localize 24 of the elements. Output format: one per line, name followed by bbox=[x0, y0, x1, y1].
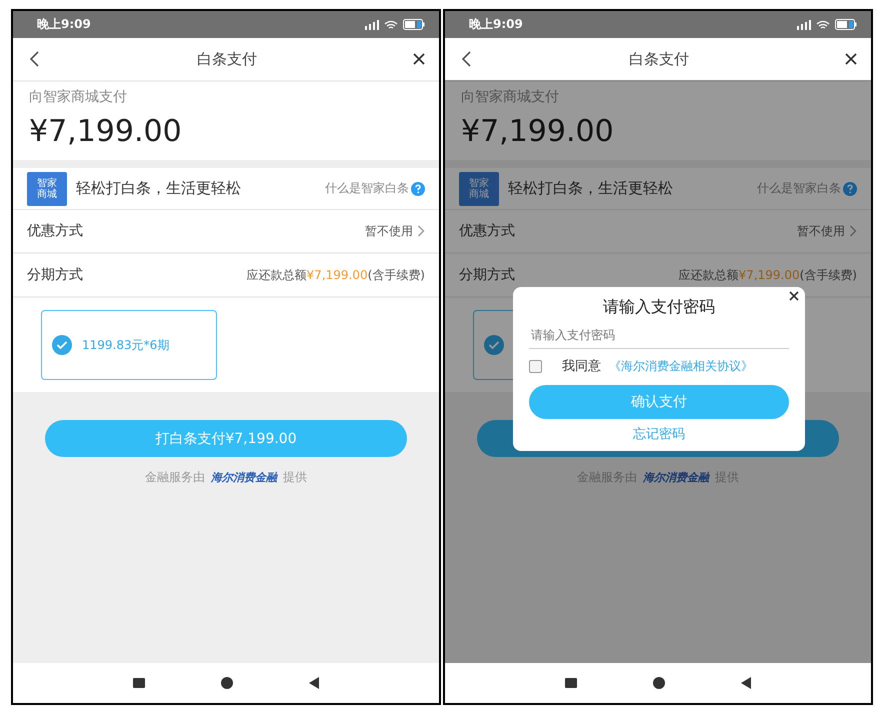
row-label: 分期方式 bbox=[27, 266, 83, 284]
store-logo: 智家商城 bbox=[459, 172, 499, 206]
row-label: 优惠方式 bbox=[27, 222, 83, 240]
slogan: 轻松打白条，生活更轻松 bbox=[76, 179, 242, 198]
provider-logo: 海尔消费金融 bbox=[643, 470, 709, 485]
provider-text: 提供 bbox=[283, 469, 307, 486]
store-logo: 智家商城 bbox=[27, 172, 67, 206]
row-label: 分期方式 bbox=[459, 266, 515, 284]
status-time: 晚上9:09 bbox=[37, 16, 91, 33]
provider-text: 金融服务由 bbox=[145, 469, 205, 486]
page-title: 白条支付 bbox=[629, 50, 689, 68]
row-label: 优惠方式 bbox=[459, 222, 515, 240]
payment-amount: ¥7,199.00 bbox=[29, 114, 182, 149]
payment-amount: ¥7,199.00 bbox=[461, 114, 614, 149]
agree-label: 我同意 bbox=[562, 358, 601, 375]
page-title: 白条支付 bbox=[197, 50, 257, 68]
status-time: 晚上9:09 bbox=[469, 16, 523, 33]
payee-label: 向智家商城支付 bbox=[29, 88, 128, 106]
payee-label: 向智家商城支付 bbox=[461, 88, 560, 106]
repayment-total: 应还款总额¥7,199.00(含手续费) bbox=[678, 266, 857, 284]
slogan: 轻松打白条，生活更轻松 bbox=[508, 179, 674, 198]
dialog-title: 请输入支付密码 bbox=[602, 297, 716, 318]
provider-logo: 海尔消费金融 bbox=[211, 470, 277, 485]
repayment-total: 应还款总额¥7,199.00(含手续费) bbox=[246, 266, 425, 284]
